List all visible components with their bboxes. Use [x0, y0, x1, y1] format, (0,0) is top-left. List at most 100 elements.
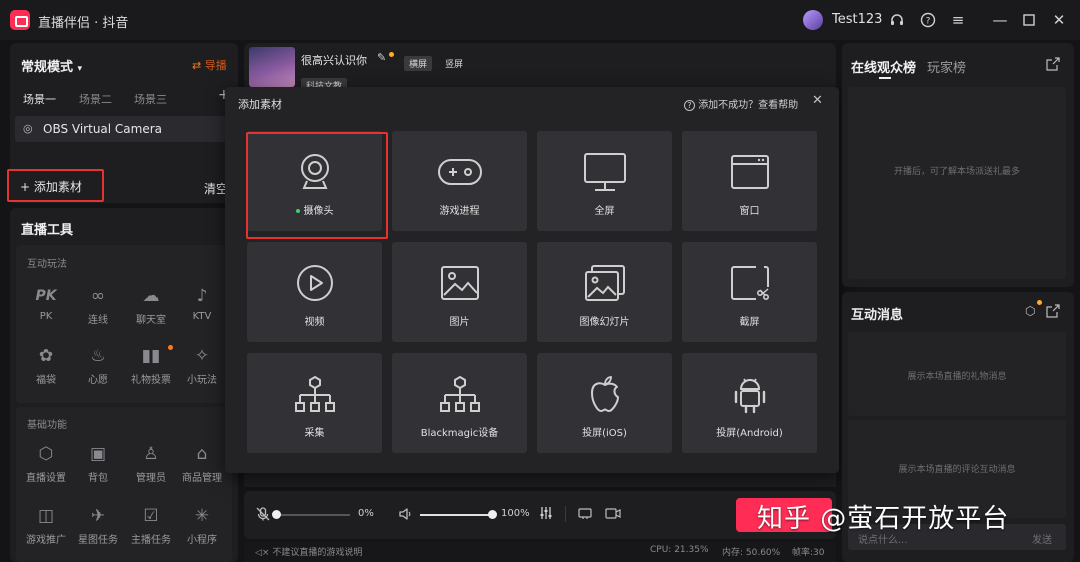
- anchor-task-tool[interactable]: ☑ 主播任务: [123, 505, 179, 546]
- tile-window[interactable]: 窗口: [682, 131, 817, 231]
- speaker-volume-value: 100%: [501, 508, 530, 519]
- monitor-icon: [537, 152, 672, 192]
- status-bar: ◁× 不建议直播的游戏说明 CPU: 21.35% 内存: 50.60% 帧率:…: [244, 542, 836, 562]
- stream-cover[interactable]: [249, 47, 295, 87]
- source-item[interactable]: ◎ OBS Virtual Camera: [15, 116, 233, 142]
- tile-video-label: 视频: [304, 317, 325, 328]
- gift-vote-tool[interactable]: ▮▮ 礼物投票: [123, 345, 179, 386]
- tab-scene-1[interactable]: 场景一: [23, 91, 56, 107]
- tile-image[interactable]: 图片: [392, 242, 527, 342]
- tile-cast-android[interactable]: 投屏(Android): [682, 353, 817, 453]
- basic-section-title: 基础功能: [27, 420, 67, 431]
- android-icon: [682, 374, 817, 414]
- popout-icon[interactable]: [1046, 57, 1060, 74]
- tile-game-process[interactable]: 游戏进程: [392, 131, 527, 231]
- help-icon[interactable]: ?: [916, 8, 940, 32]
- tile-game-process-label: 游戏进程: [439, 206, 480, 217]
- edit-dot: [389, 52, 394, 57]
- game-promo-tool[interactable]: ◫ 游戏推广: [18, 505, 74, 546]
- speaker-slider-knob[interactable]: [488, 510, 497, 519]
- tab-online-audience[interactable]: 在线观众榜: [851, 57, 916, 76]
- mini-game-tool[interactable]: ✧ 小玩法: [174, 345, 230, 386]
- question-icon: ?: [684, 100, 695, 111]
- ktv-label: KTV: [192, 311, 212, 322]
- tab-scene-3[interactable]: 场景三: [134, 91, 167, 107]
- mic-slider[interactable]: [276, 514, 350, 516]
- webcam-icon: ◎: [23, 122, 33, 135]
- tag-landscape[interactable]: 横屏: [404, 52, 433, 71]
- close-dialog-icon[interactable]: ✕: [812, 93, 823, 108]
- record-icon[interactable]: [605, 506, 621, 523]
- avatar[interactable]: [803, 10, 823, 30]
- send-button[interactable]: 发送: [1032, 531, 1052, 546]
- close-window-icon[interactable]: ✕: [1047, 8, 1071, 32]
- mic-slider-knob[interactable]: [272, 510, 281, 519]
- lucky-bag-tool[interactable]: ✿ 福袋: [18, 345, 74, 386]
- mixer-icon[interactable]: [539, 506, 553, 523]
- screen-rotate-icon[interactable]: [577, 506, 593, 523]
- tab-scene-2[interactable]: 场景二: [79, 91, 112, 107]
- backpack-tool[interactable]: ▣ 背包: [70, 443, 126, 484]
- tile-cast-ios[interactable]: 投屏(iOS): [537, 353, 672, 453]
- speaker-icon[interactable]: [398, 507, 412, 524]
- live-settings-label: 直播设置: [26, 473, 66, 484]
- ktv-tool[interactable]: ♪ KTV: [174, 285, 230, 322]
- wish-tool[interactable]: ♨ 心愿: [70, 345, 126, 386]
- director-switch[interactable]: ⇄ 导播: [192, 57, 227, 73]
- task-icon: ☑: [143, 506, 159, 526]
- minimize-icon[interactable]: —: [988, 8, 1012, 32]
- notice-link[interactable]: ◁× 不建议直播的游戏说明: [255, 545, 362, 558]
- mini-program-label: 小程序: [187, 535, 217, 546]
- tile-fullscreen[interactable]: 全屏: [537, 131, 672, 231]
- anchor-task-label: 主播任务: [131, 535, 171, 546]
- headset-icon[interactable]: [885, 8, 909, 32]
- tab-indicator: [879, 77, 891, 79]
- tag-portrait[interactable]: 竖屏: [440, 52, 468, 71]
- settings-badge-dot: [1037, 300, 1042, 305]
- tile-video[interactable]: 视频: [247, 242, 382, 342]
- mic-muted-icon[interactable]: [256, 507, 270, 524]
- mini-game-label: 小玩法: [187, 375, 217, 386]
- maximize-icon[interactable]: [1017, 8, 1041, 32]
- help-link[interactable]: ? 添加不成功？查看帮助: [684, 96, 798, 111]
- gift-vote-label: 礼物投票: [131, 375, 171, 386]
- popout-messages-icon[interactable]: [1046, 304, 1060, 321]
- admin-label: 管理员: [136, 473, 166, 484]
- tile-slideshow[interactable]: 图像幻灯片: [537, 242, 672, 342]
- tag-landscape-label: 横屏: [404, 56, 433, 71]
- dialog-title: 添加素材: [238, 98, 282, 111]
- product-label: 商品管理: [182, 473, 222, 484]
- director-switch-label: 导播: [204, 59, 227, 72]
- link-tool[interactable]: ∞ 连线: [70, 285, 126, 326]
- edit-icon[interactable]: ✎: [377, 51, 386, 64]
- tile-capture[interactable]: 采集: [247, 353, 382, 453]
- basic-section: 基础功能 ⬡ 直播设置 ▣ 背包 ♙ 管理员 ⌂ 商品管理 ◫ 游戏推广 ✈ 星图任务 ☑ 主…: [16, 407, 232, 562]
- mode-selector[interactable]: 常规模式 ▾: [21, 56, 82, 75]
- audience-empty-text: 开播后，可了解本场派送礼最多: [893, 167, 1020, 177]
- username[interactable]: Test123: [832, 12, 882, 27]
- stream-header: 很高兴认识你 ✎ 横屏 竖屏 科技文教: [244, 43, 836, 93]
- message-settings-icon[interactable]: ⬡: [1025, 304, 1035, 318]
- tile-blackmagic[interactable]: Blackmagic设备: [392, 353, 527, 453]
- gift-message-list: 展示本场直播的礼物消息: [848, 332, 1066, 416]
- audience-panel: 在线观众榜 玩家榜 开播后，可了解本场派送礼最多: [842, 43, 1074, 287]
- pk-icon: PK: [35, 288, 57, 304]
- notice-label: 不建议直播的游戏说明: [272, 548, 363, 558]
- menu-icon[interactable]: ≡: [946, 8, 970, 32]
- highlight-add-material: [7, 169, 104, 202]
- admin-tool[interactable]: ♙ 管理员: [123, 443, 179, 484]
- tile-screenshot[interactable]: 截屏: [682, 242, 817, 342]
- mini-program-tool[interactable]: ✳ 小程序: [174, 505, 230, 546]
- pk-tool[interactable]: PK PK: [18, 285, 74, 322]
- gamepad-small-icon: ◫: [37, 506, 55, 526]
- chatroom-icon: ☁: [142, 286, 160, 306]
- tile-fullscreen-label: 全屏: [594, 206, 615, 217]
- backpack-icon: ▣: [89, 444, 107, 464]
- tab-player-rank[interactable]: 玩家榜: [927, 57, 966, 76]
- live-settings-tool[interactable]: ⬡ 直播设置: [18, 443, 74, 484]
- interactive-section-title: 互动玩法: [27, 259, 67, 270]
- product-tool[interactable]: ⌂ 商品管理: [174, 443, 230, 484]
- chatroom-tool[interactable]: ☁ 聊天室: [123, 285, 179, 326]
- star-map-tool[interactable]: ✈ 星图任务: [70, 505, 126, 546]
- game-promo-label: 游戏推广: [26, 535, 66, 546]
